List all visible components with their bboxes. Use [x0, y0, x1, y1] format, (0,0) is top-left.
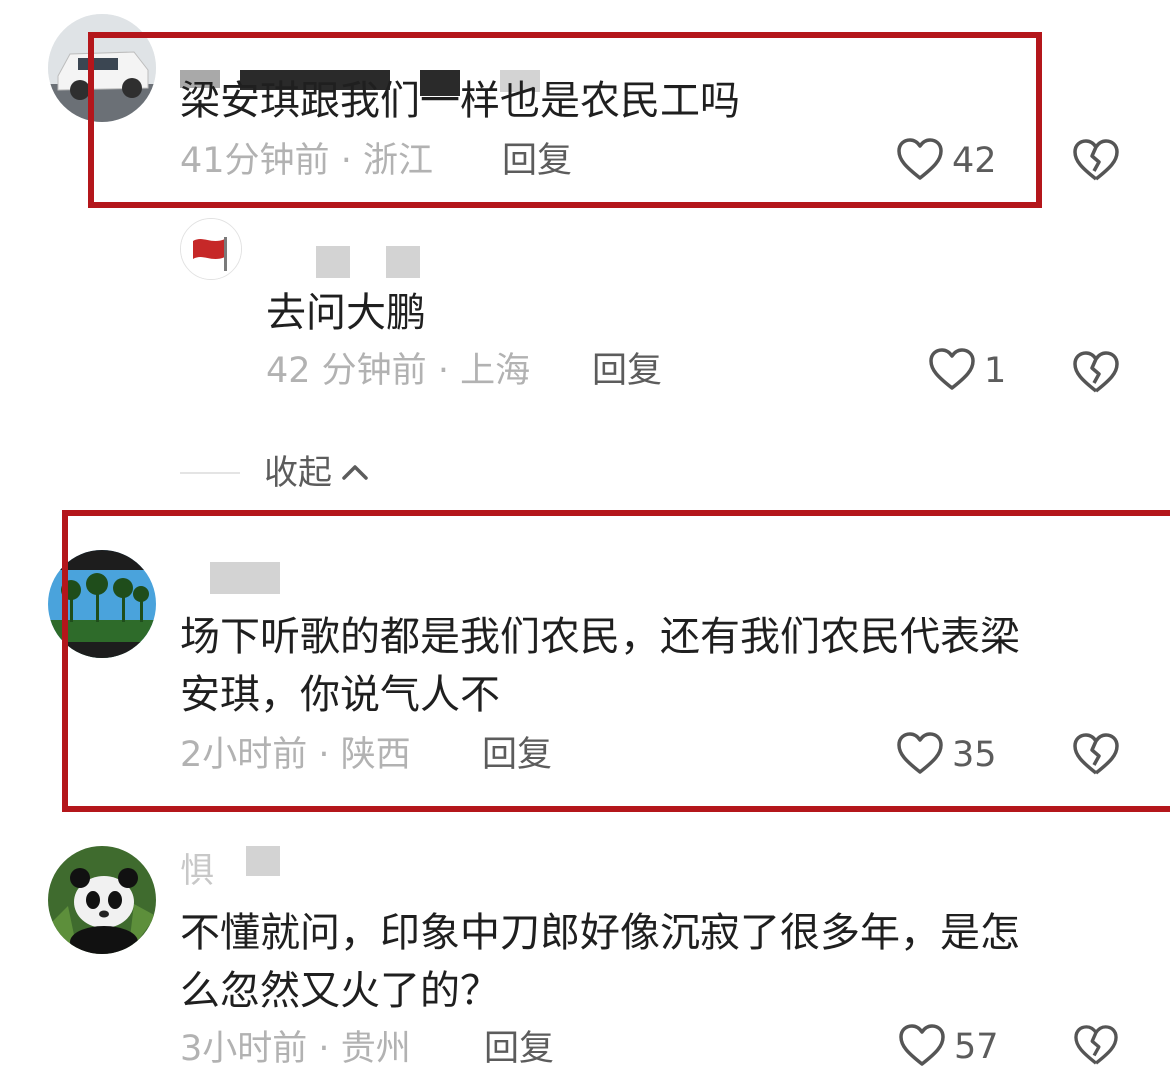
username-redacted	[316, 246, 350, 278]
heart-icon	[898, 1023, 946, 1071]
collapse-button[interactable]: 收起	[264, 452, 370, 494]
username-redacted	[386, 246, 420, 278]
reply-button[interactable]: 回复	[592, 350, 662, 392]
collapse-divider	[180, 472, 240, 474]
comment-text: 去问大鹏	[266, 290, 426, 336]
username-redacted	[246, 846, 280, 876]
broken-heart-icon	[1072, 139, 1120, 186]
comment-text-line-2: 么忽然又火了的？	[180, 968, 500, 1014]
chevron-up-icon	[340, 452, 370, 494]
comment-meta: 42 分钟前 · 上海	[266, 351, 531, 391]
dislike-button[interactable]	[1072, 350, 1120, 398]
heart-icon	[928, 347, 976, 395]
broken-heart-icon	[1072, 351, 1120, 398]
like-count: 1	[984, 351, 1007, 391]
like-button[interactable]: 57	[898, 1022, 999, 1072]
like-button[interactable]: 1	[928, 346, 1006, 396]
dislike-button[interactable]	[1072, 1024, 1120, 1070]
highlight-box	[88, 32, 1042, 208]
dislike-button[interactable]	[1072, 138, 1120, 186]
like-count: 57	[954, 1027, 999, 1067]
comment-meta: 3小时前 · 贵州	[180, 1029, 411, 1069]
flag-avatar-icon[interactable]	[180, 218, 242, 280]
broken-heart-icon	[1072, 1025, 1120, 1070]
reply-button[interactable]: 回复	[484, 1028, 554, 1070]
comment-text-line-1: 不懂就问，印象中刀郎好像沉寂了很多年，是怎	[180, 910, 1020, 956]
highlight-box	[62, 510, 1170, 812]
username: 惧	[180, 851, 214, 891]
panda-avatar-icon[interactable]	[48, 846, 156, 954]
collapse-label: 收起	[264, 453, 332, 493]
